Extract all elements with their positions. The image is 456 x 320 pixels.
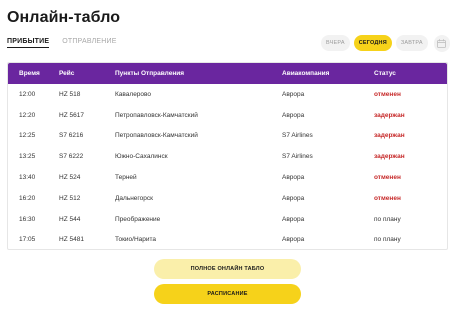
table-row[interactable]: 16:30 HZ 544 Преображение Аврора по план…	[8, 209, 447, 230]
row-airline: Аврора	[282, 174, 305, 182]
row-city: Кавалерово	[115, 90, 152, 98]
day-tomorrow-button[interactable]: ЗАВТРА	[395, 35, 428, 51]
calendar-button[interactable]	[433, 34, 450, 52]
row-airline: Аврора	[282, 215, 305, 223]
row-city: Преображение	[115, 215, 161, 223]
row-city: Терней	[115, 174, 137, 182]
row-city: Токио/Нарита	[115, 236, 157, 244]
row-status: отменен	[374, 90, 401, 98]
table-row[interactable]: 13:25 S7 6222 Южно-Сахалинск S7 Airlines…	[8, 146, 447, 167]
table-row[interactable]: 12:20 HZ 5617 Петропавловск-Камчатский А…	[8, 105, 447, 126]
header-airline: Авиакомпания	[282, 70, 330, 77]
day-switcher: ВЧЕРА СЕГОДНЯ ЗАВТРА	[321, 33, 450, 53]
row-flight: HZ 544	[59, 215, 81, 223]
row-airline: Аврора	[282, 111, 305, 119]
row-airline: Аврора	[282, 90, 305, 98]
table-row[interactable]: 13:40 HZ 524 Терней Аврора отменен	[8, 167, 447, 188]
table-row[interactable]: 12:25 S7 6216 Петропавловск-Камчатский S…	[8, 126, 447, 147]
row-flight: HZ 5617	[59, 111, 84, 119]
header-status: Статус	[374, 70, 396, 77]
row-flight: HZ 512	[59, 194, 81, 202]
schedule-button[interactable]: РАСПИСАНИЕ	[154, 284, 301, 304]
day-today-button[interactable]: СЕГОДНЯ	[353, 35, 392, 51]
row-time: 16:20	[19, 194, 36, 202]
row-flight: S7 6216	[59, 132, 84, 140]
row-time: 12:20	[19, 111, 36, 119]
row-airline: Аврора	[282, 194, 305, 202]
row-time: 12:00	[19, 90, 36, 98]
row-flight: HZ 5481	[59, 236, 84, 244]
page-title: Онлайн-табло	[7, 9, 121, 26]
row-time: 12:25	[19, 132, 36, 140]
row-status: отменен	[374, 174, 401, 182]
row-status: отменен	[374, 194, 401, 202]
row-time: 17:05	[19, 236, 36, 244]
full-board-button[interactable]: ПОЛНОЕ ОНЛАЙН ТАБЛО	[154, 259, 301, 279]
row-city: Южно-Сахалинск	[115, 153, 168, 161]
row-airline: S7 Airlines	[282, 132, 313, 140]
header-time: Время	[19, 70, 40, 77]
row-flight: HZ 524	[59, 174, 81, 182]
table-header: Время Рейс Пункты Отправления Авиакомпан…	[8, 63, 447, 84]
header-flight: Рейс	[59, 70, 75, 77]
row-city: Петропавловск-Камчатский	[115, 132, 198, 140]
row-status: задержан	[374, 132, 405, 140]
row-airline: Аврора	[282, 236, 305, 244]
row-city: Петропавловск-Камчатский	[115, 111, 198, 119]
header-city: Пункты Отправления	[115, 70, 185, 77]
row-time: 13:25	[19, 153, 36, 161]
tab-departures[interactable]: ОТПРАВЛЕНИЕ	[62, 38, 116, 48]
calendar-icon	[437, 38, 447, 48]
row-time: 13:40	[19, 174, 36, 182]
table-row[interactable]: 12:00 HZ 518 Кавалерово Аврора отменен	[8, 84, 447, 105]
flight-board: Время Рейс Пункты Отправления Авиакомпан…	[7, 62, 448, 250]
row-city: Дальнегорск	[115, 194, 153, 202]
row-time: 16:30	[19, 215, 36, 223]
direction-tabs: ПРИБЫТИЕ ОТПРАВЛЕНИЕ	[7, 38, 117, 48]
table-row[interactable]: 16:20 HZ 512 Дальнегорск Аврора отменен	[8, 188, 447, 209]
tab-arrivals[interactable]: ПРИБЫТИЕ	[7, 38, 50, 48]
table-row[interactable]: 17:05 HZ 5481 Токио/Нарита Аврора по пла…	[8, 230, 447, 251]
row-status: по плану	[374, 236, 401, 244]
row-status: задержан	[374, 153, 405, 161]
day-yesterday-button[interactable]: ВЧЕРА	[321, 35, 350, 51]
row-status: по плану	[374, 215, 401, 223]
row-flight: HZ 518	[59, 90, 81, 98]
row-flight: S7 6222	[59, 153, 84, 161]
row-airline: S7 Airlines	[282, 153, 313, 161]
row-status: задержан	[374, 111, 405, 119]
